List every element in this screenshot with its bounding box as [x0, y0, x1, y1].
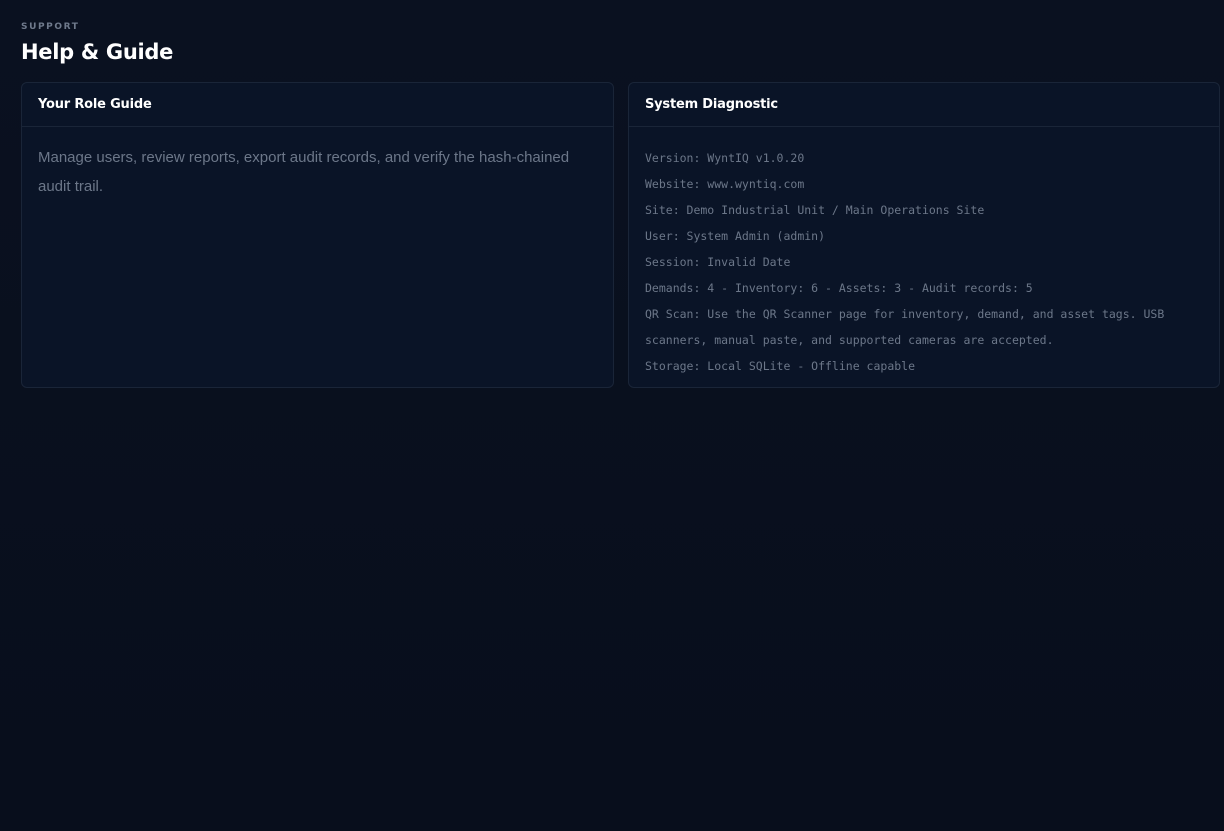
diagnostic-user: User: System Admin (admin)	[645, 229, 826, 243]
diagnostic-qr-scan: QR Scan: Use the QR Scanner page for inv…	[645, 307, 1165, 347]
diagnostic-counts: Demands: 4 - Inventory: 6 - Assets: 3 - …	[645, 281, 1033, 295]
page-title: Help & Guide	[21, 40, 174, 64]
system-diagnostic-card: System Diagnostic Version: WyntIQ v1.0.2…	[628, 82, 1220, 388]
diagnostic-version: Version: WyntIQ v1.0.20	[645, 151, 805, 165]
section-eyebrow: SUPPORT	[21, 22, 80, 32]
diagnostic-storage: Storage: Local SQLite - Offline capable	[645, 359, 916, 373]
diagnostic-site: Site: Demo Industrial Unit / Main Operat…	[645, 203, 985, 217]
role-guide-text: Manage users, review reports, export aud…	[38, 149, 570, 195]
role-guide-card: Your Role Guide Manage users, review rep…	[21, 82, 614, 388]
diagnostic-website: Website: www.wyntiq.com	[645, 177, 805, 191]
diagnostic-session: Session: Invalid Date	[645, 255, 791, 269]
help-guide-page: SUPPORT Help & Guide Your Role Guide Man…	[0, 0, 1224, 831]
system-diagnostic-title: System Diagnostic	[629, 83, 1219, 127]
role-guide-title: Your Role Guide	[22, 83, 613, 127]
diagnostic-list: Version: WyntIQ v1.0.20 Website: www.wyn…	[629, 127, 1219, 379]
